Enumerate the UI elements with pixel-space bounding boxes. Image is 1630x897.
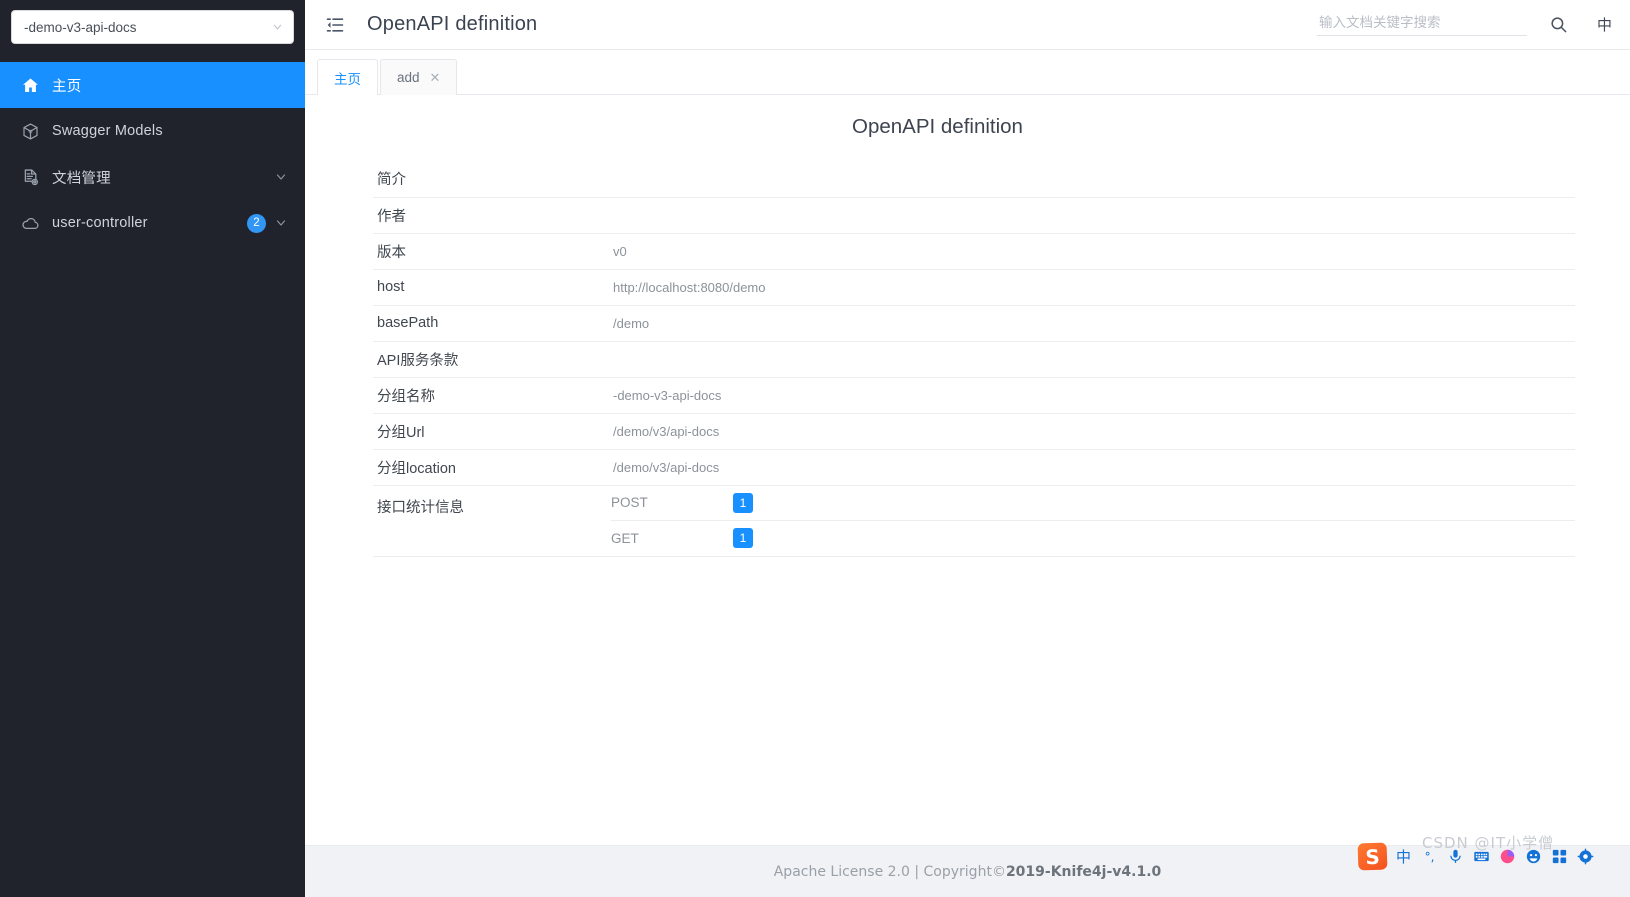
- table-row: 作者: [373, 197, 1575, 233]
- table-row: 版本 v0: [373, 233, 1575, 269]
- sidebar-item-label: 主页: [52, 78, 82, 95]
- table-row: 分组location /demo/v3/api-docs: [373, 449, 1575, 485]
- row-key: host: [377, 279, 405, 295]
- sidebar-item-home[interactable]: 主页: [0, 62, 305, 108]
- row-value: [611, 341, 1575, 377]
- ime-emoji-icon[interactable]: [1524, 846, 1543, 868]
- sidebar: -demo-v3-api-docs 主页 Swagger Models 文档管理…: [0, 0, 305, 897]
- status-badge: 1: [733, 492, 753, 513]
- close-icon[interactable]: ✕: [430, 71, 441, 84]
- document-title: OpenAPI definition: [852, 115, 1023, 138]
- tab-label: 主页: [334, 71, 361, 87]
- sidebar-menu: 主页 Swagger Models 文档管理 user-controller 2: [0, 62, 305, 246]
- row-value: /demo/v3/api-docs: [613, 423, 720, 439]
- http-method-label: GET: [611, 530, 639, 546]
- statistics-row: POST 1: [611, 486, 1575, 521]
- table-row: basePath /demo: [373, 305, 1575, 341]
- statistics-row: GET 1: [611, 521, 1575, 556]
- sidebar-item-right: [275, 171, 287, 183]
- sidebar-item-swagger-models[interactable]: Swagger Models: [0, 108, 305, 154]
- row-key: 分组名称: [377, 388, 435, 405]
- sidebar-item-label: Swagger Models: [52, 123, 163, 139]
- search-icon[interactable]: [1549, 15, 1568, 34]
- ime-mode-chinese[interactable]: 中: [1394, 846, 1413, 868]
- http-method-count-cell: 1: [733, 521, 1575, 556]
- sidebar-item-user-controller[interactable]: user-controller 2: [0, 200, 305, 246]
- ime-toolbox-icon[interactable]: [1550, 846, 1569, 868]
- chevron-down-icon: [272, 22, 283, 33]
- cube-icon: [21, 122, 40, 141]
- ime-settings-icon[interactable]: [1576, 846, 1595, 868]
- document-settings-icon: [21, 168, 40, 187]
- row-value: v0: [613, 243, 627, 259]
- page-title: OpenAPI definition: [367, 13, 538, 35]
- sidebar-item-badge: 2: [247, 213, 266, 233]
- footer-product: 2019-Knife4j-v4.1.0: [1005, 863, 1162, 880]
- search-box[interactable]: [1316, 13, 1527, 36]
- table-row: 简介: [373, 161, 1575, 197]
- group-select-wrapper: -demo-v3-api-docs: [0, 0, 305, 53]
- sidebar-item-label: user-controller: [52, 215, 148, 231]
- copyright-icon: ©: [991, 863, 1006, 880]
- sogou-logo-icon[interactable]: S: [1357, 842, 1388, 871]
- cloud-icon: [21, 214, 40, 233]
- group-select[interactable]: -demo-v3-api-docs: [11, 10, 294, 44]
- main-area: OpenAPI definition 中 主页 add ✕ OpenAPI d: [305, 0, 1630, 897]
- sidebar-item-right: 2: [247, 213, 287, 233]
- statistics-cell: POST 1 GET 1: [611, 485, 1575, 556]
- row-key: 版本: [377, 244, 406, 261]
- table-row: 分组名称 -demo-v3-api-docs: [373, 377, 1575, 413]
- ime-toolbar[interactable]: S 中 °,: [1357, 842, 1595, 871]
- row-key: API服务条款: [377, 352, 459, 369]
- ime-skin-icon[interactable]: [1498, 846, 1517, 868]
- table-row: API服务条款: [373, 341, 1575, 377]
- table-row-statistics: 接口统计信息 POST 1 GET 1: [373, 485, 1575, 556]
- topbar: OpenAPI definition 中: [305, 0, 1630, 50]
- group-select-value: -demo-v3-api-docs: [24, 19, 137, 35]
- row-value: [611, 161, 1575, 197]
- content-panel: OpenAPI definition 简介 作者 版本 v0 host http…: [305, 95, 1630, 845]
- chevron-down-icon[interactable]: [275, 171, 287, 183]
- home-icon: [21, 76, 40, 95]
- tab-strip: 主页 add ✕: [305, 50, 1630, 95]
- http-method-label: POST: [611, 495, 648, 511]
- footer-license: Apache License 2.0 | Copyright: [773, 863, 992, 880]
- language-toggle-button[interactable]: 中: [1597, 14, 1612, 35]
- row-value: [611, 197, 1575, 233]
- row-key: 作者: [377, 208, 406, 225]
- row-value: http://localhost:8080/demo: [613, 279, 766, 295]
- table-row: 分组Url /demo/v3/api-docs: [373, 413, 1575, 449]
- api-info-table: 简介 作者 版本 v0 host http://localhost:8080/d…: [373, 161, 1575, 557]
- search-input[interactable]: [1316, 13, 1527, 31]
- row-key: 分组location: [377, 460, 456, 477]
- tab-label: add: [397, 70, 420, 85]
- chevron-down-icon[interactable]: [275, 217, 287, 229]
- tab-home[interactable]: 主页: [317, 59, 378, 95]
- ime-keyboard-icon[interactable]: [1472, 846, 1491, 868]
- row-value: /demo/v3/api-docs: [613, 459, 720, 475]
- ime-voice-icon[interactable]: [1446, 846, 1465, 868]
- tab-add[interactable]: add ✕: [380, 59, 458, 95]
- row-key: 接口统计信息: [377, 499, 464, 516]
- row-key: 简介: [377, 172, 406, 189]
- sidebar-item-label: 文档管理: [52, 170, 111, 187]
- row-key: 分组Url: [377, 424, 425, 441]
- row-value: -demo-v3-api-docs: [613, 387, 722, 403]
- menu-fold-icon[interactable]: [322, 12, 348, 38]
- method-statistics-table: POST 1 GET 1: [611, 486, 1575, 556]
- ime-punctuation[interactable]: °,: [1420, 846, 1439, 868]
- table-row: host http://localhost:8080/demo: [373, 269, 1575, 305]
- app-root: -demo-v3-api-docs 主页 Swagger Models 文档管理…: [0, 0, 1630, 897]
- row-value: /demo: [613, 315, 650, 331]
- sidebar-item-document-management[interactable]: 文档管理: [0, 154, 305, 200]
- topbar-right: 中: [1316, 13, 1612, 36]
- http-method-count-cell: 1: [733, 486, 1575, 521]
- row-key: basePath: [377, 315, 439, 331]
- status-badge: 1: [733, 528, 753, 549]
